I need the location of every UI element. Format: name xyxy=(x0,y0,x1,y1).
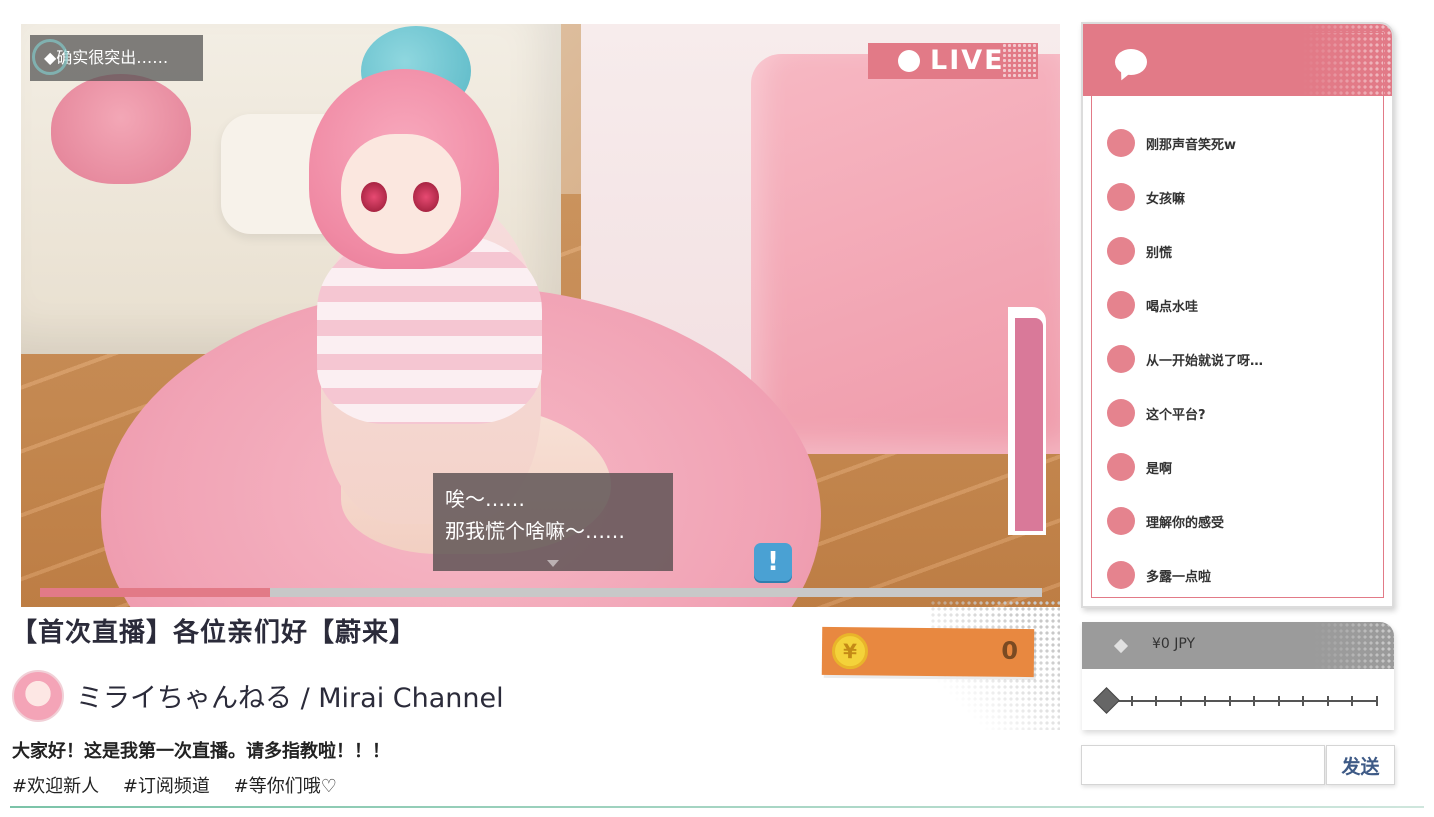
live-halftone xyxy=(1002,43,1038,79)
chat-message-text: 从一开始就说了呀… xyxy=(1146,353,1264,369)
slider-tick xyxy=(1253,696,1256,706)
chat-message-text: 别慌 xyxy=(1146,245,1173,261)
excitement-meter xyxy=(1008,307,1046,535)
slider-tick xyxy=(1376,696,1378,706)
chat-message-list: 刚那声音笑死w 女孩嘛别慌喝点水哇从一开始就说了呀… 这个平台? 是啊理解你的感受 多露… xyxy=(1107,116,1377,602)
slider-tick xyxy=(1351,696,1354,706)
speech-bubble-icon xyxy=(1115,49,1147,75)
slider-tick xyxy=(1277,696,1280,706)
chat-header-halftone xyxy=(1302,24,1392,96)
stream-progress-bar xyxy=(40,588,1042,597)
slider-tick xyxy=(1302,696,1305,706)
chat-message-text: 是啊 xyxy=(1146,461,1173,477)
stream-progress-fill xyxy=(40,588,271,597)
slider-tick xyxy=(1228,696,1231,706)
send-button[interactable]: 发送 xyxy=(1326,745,1395,785)
yen-coin-icon: ¥ xyxy=(831,632,869,670)
dialogue-box[interactable]: 唉～…… 那我慌个啥嘛～…… xyxy=(433,473,673,571)
slider-tick xyxy=(1326,696,1329,706)
coin-counter: ¥ 0 xyxy=(821,626,1035,678)
diamond-icon xyxy=(1113,638,1129,654)
chat-message: 喝点水哇 xyxy=(1107,278,1377,332)
chat-user-avatar xyxy=(1107,561,1135,589)
alert-button[interactable]: ! xyxy=(754,543,792,581)
chat-message: 理解你的感受 xyxy=(1107,494,1377,548)
plush-toy xyxy=(51,74,191,184)
channel-name[interactable]: ミライちゃんねる / Mirai Channel xyxy=(76,676,504,715)
dialogue-line-2: 那我慌个啥嘛～…… xyxy=(445,519,625,543)
bottom-divider xyxy=(10,806,1424,808)
chat-message: 多露一点啦 xyxy=(1107,548,1377,602)
chat-message: 女孩嘛 xyxy=(1107,170,1377,224)
character-eye-right xyxy=(413,182,439,212)
chat-user-avatar xyxy=(1107,237,1135,265)
tag-item[interactable]: #等你们哦♡ xyxy=(234,776,337,797)
live-badge: LIVE xyxy=(868,43,1038,79)
chat-message-text: 这个平台? xyxy=(1146,407,1206,423)
slider-tick xyxy=(1130,696,1133,706)
chat-user-avatar xyxy=(1107,453,1135,481)
stream-description: 大家好！这是我第一次直播。请多指教啦！！！ xyxy=(12,741,390,762)
chat-header xyxy=(1083,24,1392,96)
tag-item[interactable]: #订阅频道 xyxy=(123,776,210,797)
tip-slider-track[interactable] xyxy=(1106,696,1378,706)
chat-user-avatar xyxy=(1107,507,1135,535)
notice-ring-icon xyxy=(32,39,68,75)
tip-slider-thumb[interactable] xyxy=(1093,687,1120,714)
live-dot-icon xyxy=(898,50,920,72)
chat-message-text: 理解你的感受 xyxy=(1146,515,1225,531)
chat-input[interactable] xyxy=(1081,745,1325,785)
tip-amount: ¥0 JPY xyxy=(1152,636,1196,652)
dialogue-next-arrow-icon xyxy=(547,560,559,567)
slider-tick xyxy=(1179,696,1182,706)
chat-panel: 刚那声音笑死w 女孩嘛别慌喝点水哇从一开始就说了呀… 这个平台? 是啊理解你的感受 多露… xyxy=(1081,22,1394,608)
character-eye-left xyxy=(361,182,387,212)
chat-user-avatar xyxy=(1107,129,1135,157)
chat-message-text: 多露一点啦 xyxy=(1146,569,1212,585)
chat-user-avatar xyxy=(1107,183,1135,211)
chat-user-avatar xyxy=(1107,345,1135,373)
channel-avatar[interactable] xyxy=(12,670,64,722)
tag-list: #欢迎新人 #订阅频道 #等你们哦♡ xyxy=(12,772,355,798)
slider-tick xyxy=(1204,696,1207,706)
chat-message: 别慌 xyxy=(1107,224,1377,278)
excitement-meter-fill xyxy=(1015,318,1043,531)
character-face xyxy=(341,134,461,254)
chat-message-text: 刚那声音笑死w xyxy=(1146,137,1237,153)
coin-value: 0 xyxy=(1001,636,1019,665)
tip-header-halftone xyxy=(1314,622,1394,669)
slider-tick xyxy=(1155,696,1158,706)
live-label: LIVE xyxy=(930,45,1005,76)
chat-message: 从一开始就说了呀… xyxy=(1107,332,1377,386)
tip-header: ¥0 JPY xyxy=(1082,622,1394,669)
chat-user-avatar xyxy=(1107,399,1135,427)
stream-title: 【首次直播】各位亲们好【蔚来】 xyxy=(11,618,417,648)
tag-item[interactable]: #欢迎新人 xyxy=(12,776,99,797)
chat-message: 是啊 xyxy=(1107,440,1377,494)
chat-message-text: 女孩嘛 xyxy=(1146,191,1186,207)
tip-panel: ¥0 JPY xyxy=(1082,622,1394,730)
chat-message: 刚那声音笑死w xyxy=(1107,116,1377,170)
chat-message: 这个平台? xyxy=(1107,386,1377,440)
chat-user-avatar xyxy=(1107,291,1135,319)
chat-message-text: 喝点水哇 xyxy=(1146,299,1199,315)
dialogue-line-1: 唉～…… xyxy=(445,487,525,511)
